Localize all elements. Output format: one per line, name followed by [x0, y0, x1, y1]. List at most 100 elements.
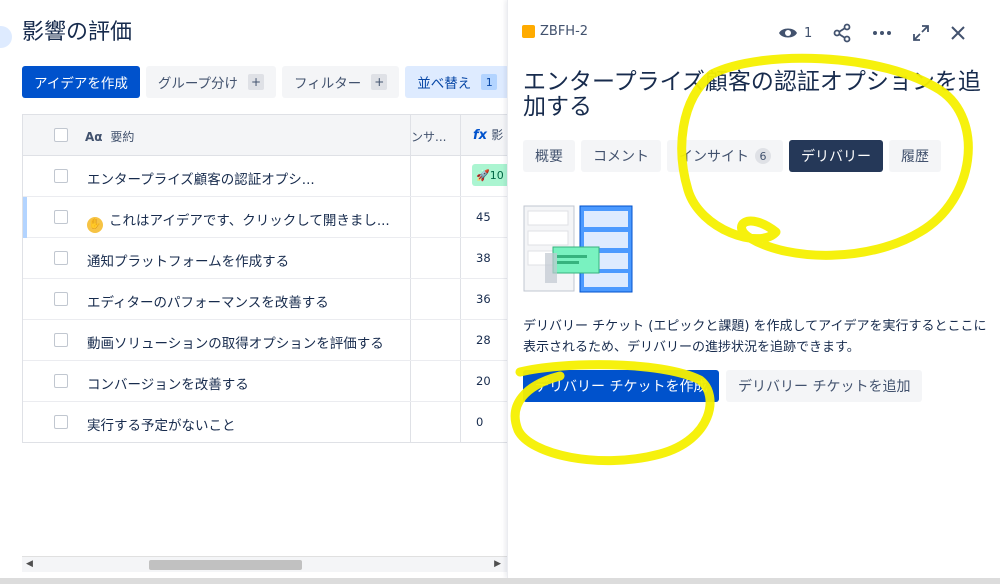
column-divider: [410, 320, 411, 360]
sort-button[interactable]: 並べ替え 1: [405, 66, 507, 98]
summary-column-header[interactable]: Aα 要約: [85, 128, 134, 145]
column-divider: [410, 238, 411, 278]
table-row[interactable]: コンバージョンを改善する 20: [23, 361, 507, 402]
create-delivery-ticket-button[interactable]: デリバリー チケットを作成: [523, 370, 720, 402]
row-highlight-bar: [23, 197, 27, 238]
summary-column-label: 要約: [110, 130, 135, 144]
row-checkbox[interactable]: [54, 169, 68, 183]
row-summary: エディターのパフォーマンスを改善する: [87, 295, 329, 311]
row-score: 10: [489, 168, 504, 182]
share-icon: [833, 23, 851, 43]
delivery-description: デリバリー チケット (エピックと課題) を作成してアイデアを実行するとここに表…: [523, 319, 987, 355]
column-divider: [410, 361, 411, 401]
row-summary: 動画ソリューションの取得オプションを評価する: [87, 336, 384, 352]
tab-insights[interactable]: インサイト 6: [667, 140, 783, 172]
create-delivery-ticket-label: デリバリー チケットを作成: [535, 379, 708, 395]
issue-key[interactable]: ZBFH-2: [522, 24, 588, 39]
row-checkbox[interactable]: [54, 374, 68, 388]
expand-button[interactable]: [912, 24, 930, 42]
waving-hand-icon: ✋: [87, 217, 103, 233]
idea-detail-panel: ZBFH-2 1 エンタープライズ顧客の認証オプションを追加する 概要 コメント…: [507, 0, 1000, 578]
column-divider: [460, 320, 461, 360]
tab-label: デリバリー: [801, 149, 871, 165]
insights-count-badge: 6: [755, 148, 771, 164]
row-summary: 実行する予定がないこと: [87, 418, 236, 434]
add-delivery-ticket-button[interactable]: デリバリー チケットを追加: [726, 370, 923, 402]
horizontal-scrollbar[interactable]: ◀ ▶: [22, 556, 507, 572]
column-divider: [460, 197, 461, 237]
scrollbar-thumb[interactable]: [149, 560, 302, 570]
tab-label: 履歴: [901, 149, 929, 165]
tab-comments[interactable]: コメント: [581, 140, 661, 172]
tab-delivery[interactable]: デリバリー: [789, 140, 883, 172]
column-divider: [460, 361, 461, 401]
row-score: 36: [476, 292, 491, 306]
detail-tabs: 概要 コメント インサイト 6 デリバリー 履歴: [523, 140, 941, 172]
row-checkbox[interactable]: [54, 333, 68, 347]
row-summary-wrapper: ✋ これはアイデアです、クリックして開きまし...: [87, 209, 390, 233]
panel-actions: 1: [778, 20, 966, 46]
idea-type-icon: [522, 25, 535, 38]
sidebar-toggle-handle[interactable]: [0, 26, 12, 48]
watch-count: 1: [804, 25, 813, 41]
row-score: 45: [476, 210, 491, 224]
tab-label: 概要: [535, 149, 563, 165]
text-field-icon: Aα: [85, 130, 103, 144]
column-divider: [410, 156, 411, 196]
formula-column-header[interactable]: fx 影: [473, 126, 503, 143]
group-by-label: グループ分け: [157, 76, 239, 92]
idea-title[interactable]: エンタープライズ顧客の認証オプションを追加する: [523, 70, 993, 120]
tab-history[interactable]: 履歴: [889, 140, 941, 172]
row-score: 0: [476, 415, 484, 429]
issue-key-label: ZBFH-2: [540, 24, 589, 39]
column-divider: [460, 279, 461, 319]
table-row[interactable]: 通知プラットフォームを作成する 38: [23, 238, 507, 279]
table-row[interactable]: エディターのパフォーマンスを改善する 36: [23, 279, 507, 320]
column-divider: [460, 238, 461, 278]
row-checkbox[interactable]: [54, 210, 68, 224]
window-bottom-edge: [0, 578, 1000, 584]
create-idea-label: アイデアを作成: [34, 76, 128, 92]
create-idea-button[interactable]: アイデアを作成: [22, 66, 140, 98]
row-score: 28: [476, 333, 491, 347]
table-row[interactable]: 動画ソリューションの取得オプションを評価する 28: [23, 320, 507, 361]
tab-overview[interactable]: 概要: [523, 140, 575, 172]
table-header: Aα 要約 ンサ... fx 影: [23, 115, 507, 156]
scroll-right-icon[interactable]: ▶: [494, 559, 501, 569]
more-icon: [873, 31, 892, 35]
row-score: 38: [476, 251, 491, 265]
column-divider: [410, 402, 411, 442]
watch-button[interactable]: 1: [778, 26, 812, 41]
share-button[interactable]: [832, 23, 852, 43]
filter-button[interactable]: フィルター +: [282, 66, 400, 98]
tab-label: コメント: [593, 149, 649, 165]
column-divider: [410, 279, 411, 319]
column-divider[interactable]: [460, 115, 461, 155]
group-by-button[interactable]: グループ分け +: [145, 66, 277, 98]
column-divider: [460, 402, 461, 442]
expand-icon: [913, 25, 930, 41]
plus-icon: +: [248, 74, 265, 90]
sort-count-badge: 1: [481, 74, 498, 90]
table-row[interactable]: 実行する予定がないこと 0: [23, 402, 507, 442]
row-checkbox[interactable]: [54, 415, 68, 429]
table-row[interactable]: エンタープライズ顧客の認証オプシ... 🚀 10: [23, 156, 507, 197]
sort-label: 並べ替え: [417, 76, 472, 92]
tab-label: インサイト: [679, 149, 749, 165]
list-toolbar: アイデアを作成 グループ分け + フィルター + 並べ替え 1: [22, 66, 507, 98]
row-checkbox[interactable]: [54, 251, 68, 265]
rocket-icon: 🚀: [476, 168, 490, 182]
score-badge: 🚀 10: [472, 164, 507, 186]
close-button[interactable]: [950, 25, 966, 41]
column-divider: [410, 197, 411, 237]
more-button[interactable]: [872, 30, 892, 36]
scroll-left-icon[interactable]: ◀: [26, 559, 33, 569]
filter-label: フィルター: [294, 76, 362, 92]
insights-column-header[interactable]: ンサ...: [411, 128, 446, 145]
table-row[interactable]: ✋ これはアイデアです、クリックして開きまし... 45: [23, 197, 507, 238]
row-checkbox[interactable]: [54, 292, 68, 306]
delivery-illustration: [523, 205, 633, 293]
select-all-checkbox[interactable]: [54, 128, 68, 142]
row-summary: コンバージョンを改善する: [87, 377, 249, 393]
column-divider: [460, 156, 461, 196]
